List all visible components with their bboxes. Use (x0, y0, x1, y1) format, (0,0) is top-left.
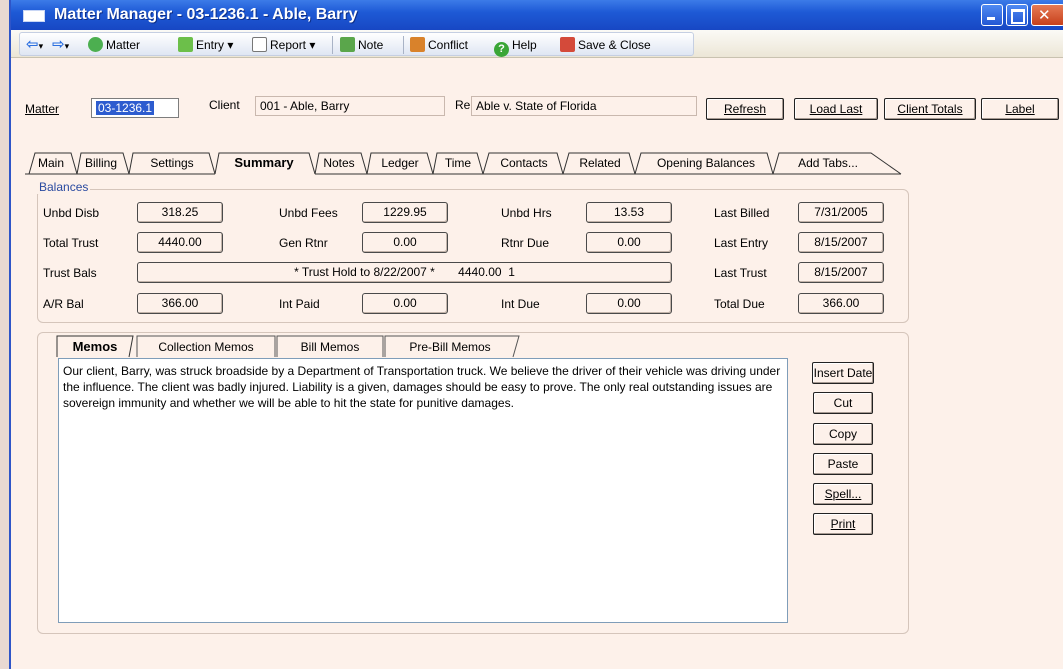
cut-button[interactable]: Cut (813, 392, 873, 414)
int-due-label: Int Due (501, 297, 540, 311)
unbd-hrs-value: 13.53 (586, 202, 672, 223)
unbd-fees-label: Unbd Fees (279, 206, 338, 220)
client-totals-button[interactable]: Client Totals (884, 98, 976, 120)
rtnr-due-label: Rtnr Due (501, 236, 550, 250)
matter-input[interactable]: 03-1236.1 (91, 98, 179, 118)
memo-tab-outline (56, 335, 520, 358)
toolbar-strip: ⇦▾ ⇨▾ Matter Entry ▾ Report ▾ Note Confl… (19, 32, 694, 57)
last-trust-value: 8/15/2007 (798, 262, 884, 283)
title-bar[interactable]: Matter Manager - 03-1236.1 - Able, Barry (11, 0, 1063, 30)
note-icon (340, 37, 355, 52)
insert-date-button[interactable]: Insert Date (812, 362, 874, 384)
trust-bals-label: Trust Bals (43, 266, 97, 280)
window-title: Matter Manager - 03-1236.1 - Able, Barry (54, 6, 358, 23)
toolbar-separator (403, 36, 404, 54)
entry-icon (178, 37, 193, 52)
conflict-button[interactable]: Conflict (410, 36, 468, 54)
client-label: Client (209, 98, 240, 112)
gen-rtnr-label: Gen Rtnr (279, 236, 328, 250)
conflict-icon (410, 37, 425, 52)
trust-bals-value: * Trust Hold to 8/22/2007 * 4440.00 1 (137, 262, 672, 283)
close-button[interactable] (1031, 4, 1063, 26)
help-icon: ? (494, 42, 509, 57)
total-due-label: Total Due (714, 297, 765, 311)
int-paid-label: Int Paid (279, 297, 320, 311)
save-close-icon (560, 37, 575, 52)
print-button[interactable]: Print (813, 513, 873, 535)
last-entry-value: 8/15/2007 (798, 232, 884, 253)
chevron-down-icon: ▾ (64, 41, 70, 51)
gen-rtnr-value: 0.00 (362, 232, 448, 253)
matter-manager-window: Matter Manager - 03-1236.1 - Able, Barry… (9, 0, 1063, 669)
forward-arrow-icon: ⇨ (52, 36, 65, 53)
int-paid-value: 0.00 (362, 293, 448, 314)
toolbar: ⇦▾ ⇨▾ Matter Entry ▾ Report ▾ Note Confl… (11, 30, 1063, 58)
memo-textarea[interactable]: Our client, Barry, was struck broadside … (58, 358, 788, 623)
ar-bal-value: 366.00 (137, 293, 223, 314)
back-button[interactable]: ⇦▾ (26, 36, 43, 54)
paste-button[interactable]: Paste (813, 453, 873, 475)
refresh-button[interactable]: Refresh (706, 98, 784, 120)
balances-title: Balances (37, 180, 91, 194)
rtnr-due-value: 0.00 (586, 232, 672, 253)
int-due-value: 0.00 (586, 293, 672, 314)
spell-button[interactable]: Spell... (813, 483, 873, 505)
people-icon (88, 37, 103, 52)
unbd-fees-value: 1229.95 (362, 202, 448, 223)
note-button[interactable]: Note (340, 36, 383, 54)
forward-button[interactable]: ⇨▾ (52, 36, 69, 54)
unbd-hrs-label: Unbd Hrs (501, 206, 552, 220)
last-billed-label: Last Billed (714, 206, 770, 220)
re-field[interactable]: Able v. State of Florida (471, 96, 697, 116)
total-trust-value: 4440.00 (137, 232, 223, 253)
last-entry-label: Last Entry (714, 236, 769, 250)
copy-button[interactable]: Copy (813, 423, 873, 445)
unbd-disb-value: 318.25 (137, 202, 223, 223)
help-button[interactable]: ? Help (494, 36, 537, 57)
report-icon (252, 37, 267, 52)
report-button[interactable]: Report ▾ (252, 36, 315, 54)
chevron-down-icon: ▾ (38, 41, 44, 51)
matter-label: Matter (25, 102, 60, 116)
maximize-button[interactable] (1006, 4, 1028, 26)
last-billed-value: 7/31/2005 (798, 202, 884, 223)
save-close-button[interactable]: Save & Close (560, 36, 651, 54)
client-field[interactable]: 001 - Able, Barry (255, 96, 445, 116)
total-due-value: 366.00 (798, 293, 884, 314)
minimize-button[interactable] (981, 4, 1003, 26)
load-last-button[interactable]: Load Last (794, 98, 878, 120)
last-trust-label: Last Trust (714, 266, 767, 280)
unbd-disb-label: Unbd Disb (43, 206, 100, 220)
back-arrow-icon: ⇦ (26, 36, 39, 53)
toolbar-separator (332, 36, 333, 54)
app-icon (23, 10, 45, 22)
matter-button[interactable]: Matter (88, 36, 140, 54)
entry-button[interactable]: Entry ▾ (178, 36, 233, 54)
total-trust-label: Total Trust (43, 236, 99, 250)
ar-bal-label: A/R Bal (43, 297, 84, 311)
label-button[interactable]: Label (981, 98, 1059, 120)
tab-strip-outline (25, 152, 902, 175)
re-label: Re (455, 98, 471, 112)
